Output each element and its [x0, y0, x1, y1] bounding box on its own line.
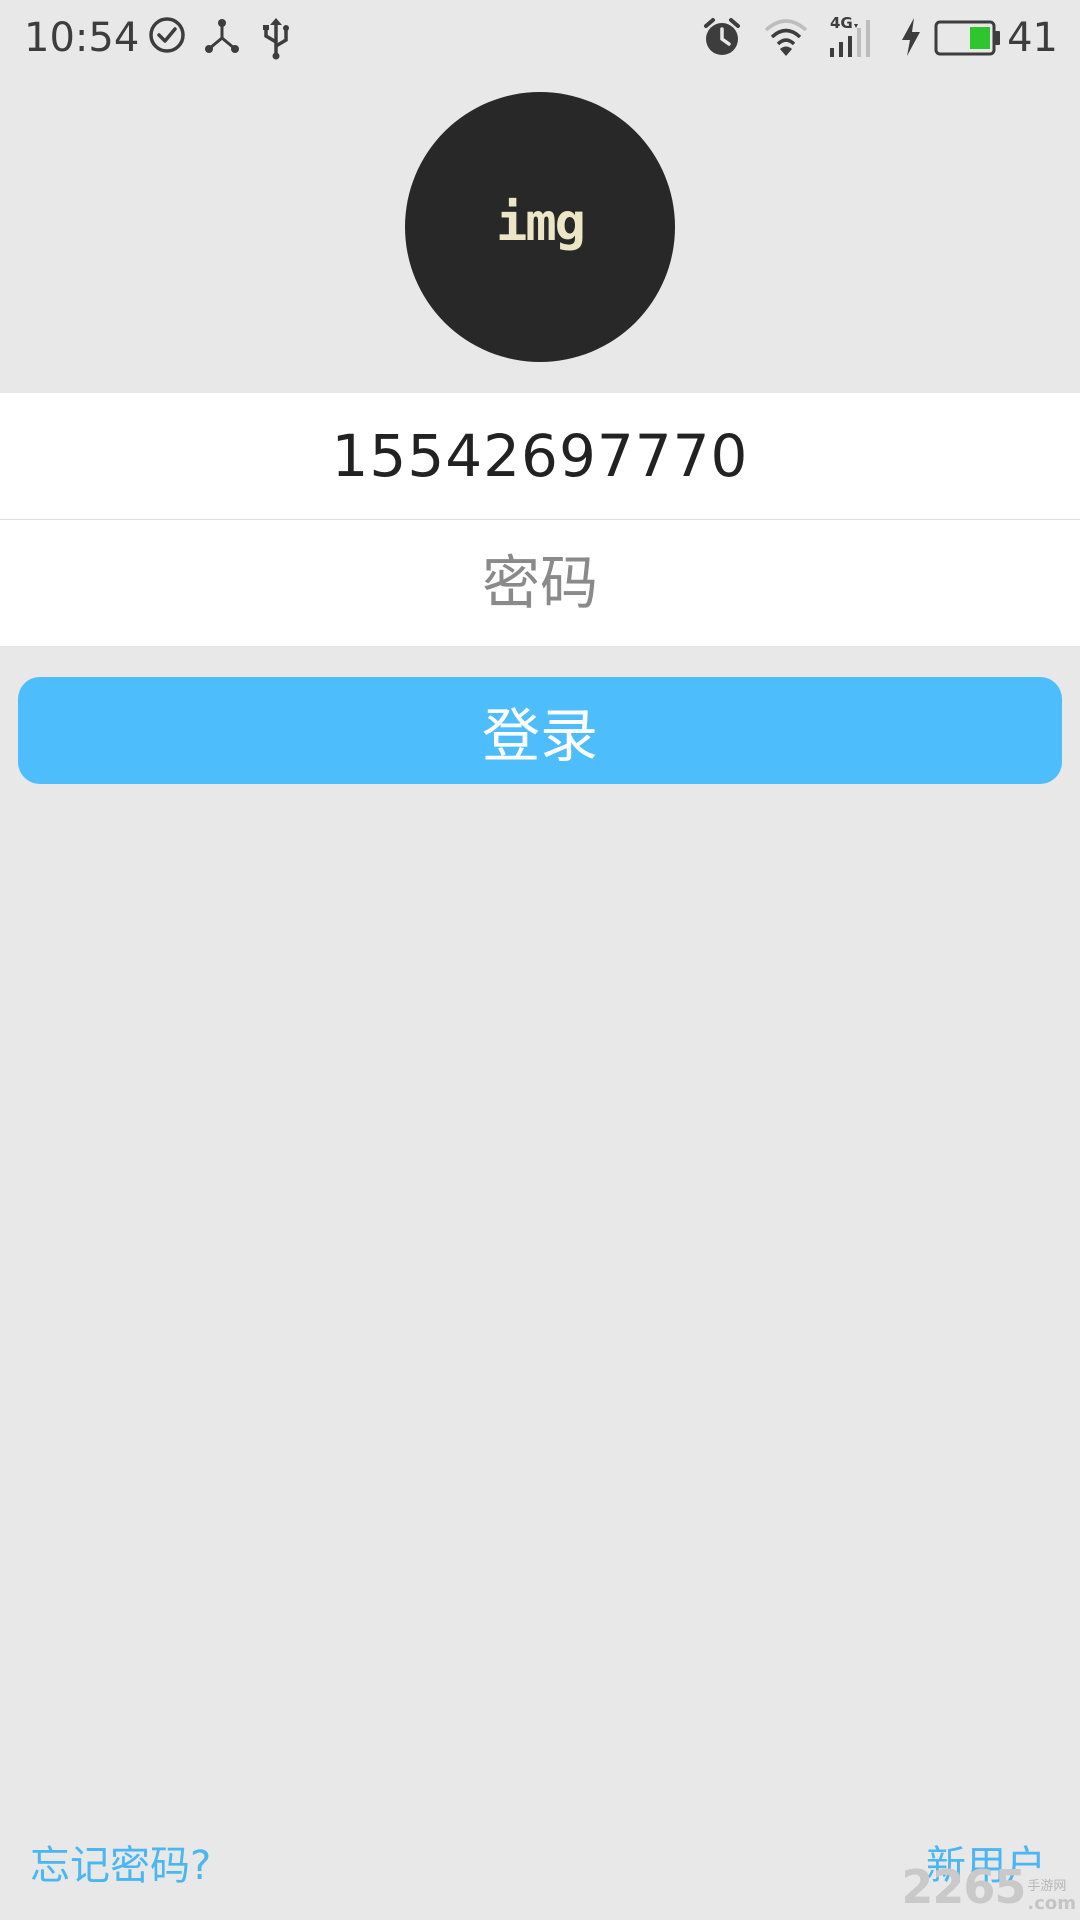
- status-bar: 10:54 4G 41: [0, 0, 1080, 76]
- watermark-brand: 2265: [901, 1860, 1026, 1914]
- watermark: 2265 手游网 .com: [901, 1860, 1076, 1914]
- password-input[interactable]: [0, 519, 1080, 647]
- login-button[interactable]: 登录: [18, 677, 1062, 784]
- wifi-icon: [764, 19, 808, 56]
- watermark-side: 手游网 .com: [1027, 1880, 1076, 1914]
- forgot-password-link[interactable]: 忘记密码?: [30, 1833, 211, 1891]
- check-circle-icon: [149, 17, 185, 53]
- password-field-row: [0, 519, 1080, 647]
- avatar-label: img: [496, 193, 586, 253]
- watermark-site: 手游网: [1027, 1879, 1067, 1894]
- share-node-icon: [205, 19, 239, 53]
- avatar[interactable]: img: [405, 92, 675, 362]
- usb-icon: [263, 18, 289, 60]
- cellular-signal-icon: 4G: [826, 14, 882, 60]
- charging-icon: [902, 18, 920, 56]
- phone-input[interactable]: [0, 392, 1080, 520]
- status-time: 10:54: [24, 15, 140, 61]
- phone-field-row: [0, 392, 1080, 520]
- alarm-icon: [704, 18, 740, 55]
- battery-level-text: 41: [1007, 15, 1058, 61]
- watermark-domain: .com: [1027, 1893, 1076, 1914]
- battery-icon: [934, 20, 1000, 56]
